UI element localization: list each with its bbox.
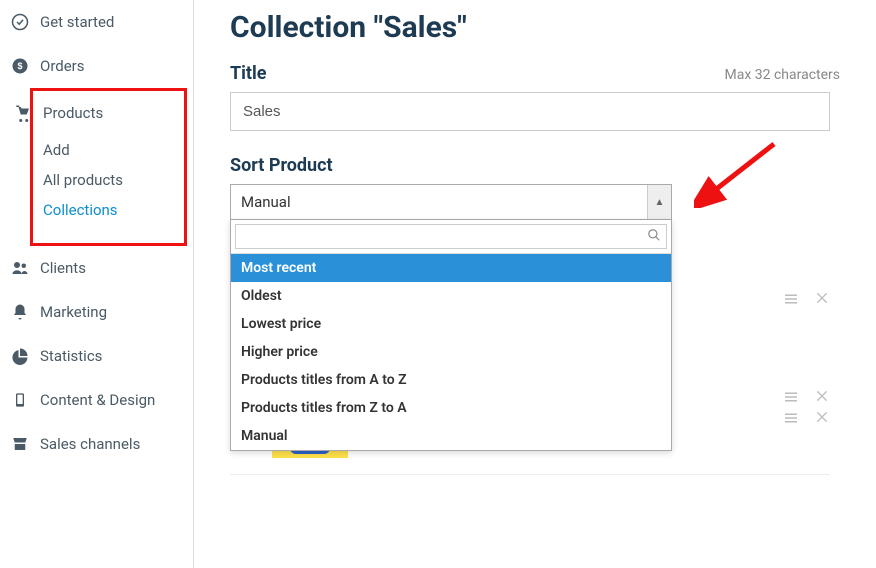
sort-select[interactable]: Manual ▲ Most recent Oldest Lowest price…	[230, 184, 672, 220]
page-title: Collection "Sales"	[230, 10, 840, 45]
sidebar-sub-add[interactable]: Add	[43, 135, 184, 165]
sidebar: Get started $ Orders Products Add All pr…	[0, 0, 194, 568]
dropdown-search-input[interactable]	[235, 224, 667, 249]
chevron-up-icon[interactable]: ▲	[647, 185, 671, 219]
sidebar-item-get-started[interactable]: Get started	[0, 0, 193, 44]
sidebar-sub-collections[interactable]: Collections	[43, 195, 184, 225]
remove-icon[interactable]	[814, 388, 830, 410]
sort-option-z-to-a[interactable]: Products titles from Z to A	[231, 394, 671, 422]
people-icon	[10, 258, 30, 278]
store-icon	[10, 434, 30, 454]
dropdown-search-wrap	[231, 220, 671, 254]
sort-option-oldest[interactable]: Oldest	[231, 282, 671, 310]
svg-text:$: $	[17, 61, 22, 71]
drag-handle-icon[interactable]	[782, 388, 800, 410]
drag-handle-icon[interactable]	[782, 290, 800, 312]
sidebar-item-marketing[interactable]: Marketing	[0, 290, 193, 334]
remove-icon[interactable]	[814, 290, 830, 312]
sort-label: Sort Product	[230, 155, 840, 176]
nav-label: Get started	[40, 13, 114, 31]
sidebar-item-sales-channels[interactable]: Sales channels	[0, 422, 193, 466]
sort-option-higher-price[interactable]: Higher price	[231, 338, 671, 366]
sort-option-a-to-z[interactable]: Products titles from A to Z	[231, 366, 671, 394]
sort-option-manual[interactable]: Manual	[231, 422, 671, 450]
bell-icon	[10, 302, 30, 322]
sidebar-item-statistics[interactable]: Statistics	[0, 334, 193, 378]
nav-label: Content & Design	[40, 391, 155, 409]
sort-selected-value: Manual	[231, 185, 647, 219]
sidebar-item-products[interactable]: Products	[33, 91, 184, 135]
nav-label: Orders	[40, 57, 85, 75]
check-circle-icon	[10, 12, 30, 32]
nav-label: Marketing	[40, 303, 107, 321]
sort-dropdown: Most recent Oldest Lowest price Higher p…	[230, 220, 672, 451]
title-input[interactable]	[230, 92, 830, 131]
nav-label: Statistics	[40, 347, 102, 365]
pie-chart-icon	[10, 346, 30, 366]
nav-label: Sales channels	[40, 435, 140, 453]
sort-select-display[interactable]: Manual ▲	[230, 184, 672, 220]
cart-icon	[13, 103, 33, 123]
nav-label: Products	[43, 104, 103, 122]
sort-option-lowest-price[interactable]: Lowest price	[231, 310, 671, 338]
remove-icon[interactable]	[814, 409, 830, 432]
phone-icon	[10, 390, 30, 410]
nav-label: Clients	[40, 259, 86, 277]
title-label: Title	[230, 63, 267, 84]
search-icon	[647, 228, 661, 246]
sidebar-item-clients[interactable]: Clients	[0, 246, 193, 290]
sort-option-most-recent[interactable]: Most recent	[231, 254, 671, 282]
sidebar-sub-all-products[interactable]: All products	[43, 165, 184, 195]
title-hint: Max 32 characters	[724, 67, 840, 83]
highlight-products-section: Products Add All products Collections	[30, 88, 187, 246]
sidebar-item-orders[interactable]: $ Orders	[0, 44, 193, 88]
main-content: Collection "Sales" Title Max 32 characte…	[194, 0, 876, 568]
sidebar-item-content-design[interactable]: Content & Design	[0, 378, 193, 422]
dollar-circle-icon: $	[10, 56, 30, 76]
drag-handle-icon[interactable]	[782, 409, 800, 432]
